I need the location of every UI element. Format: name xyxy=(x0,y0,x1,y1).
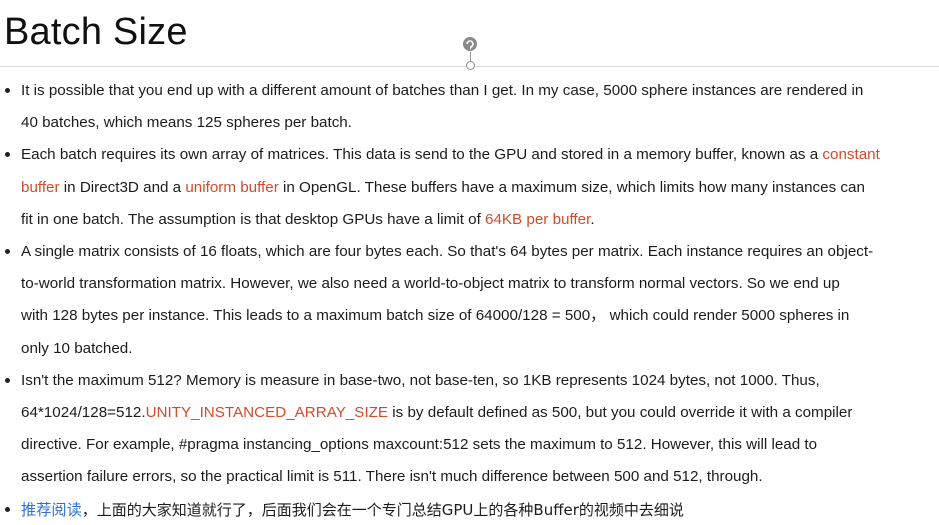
bullet-text: Isn't the maximum 512? Memory is measure… xyxy=(21,371,820,389)
highlighted-term: uniform buffer xyxy=(185,178,279,196)
bullet-line: fit in one batch. The assumption is that… xyxy=(21,204,939,236)
bullet-text: 64*1024/128=512. xyxy=(21,404,146,422)
bullet-item[interactable]: A single matrix consists of 16 floats, w… xyxy=(0,236,939,365)
bullet-line: 40 batches, which means 125 spheres per … xyxy=(21,107,939,139)
bullet-line: It is possible that you end up with a di… xyxy=(21,75,939,107)
bullet-line: Isn't the maximum 512? Memory is measure… xyxy=(21,365,939,397)
chinese-note-text: ，上面的大家知道就行了，后面我们会在一个专门总结GPU上的各种Buffer的视频… xyxy=(81,500,684,519)
bullet-text: fit in one batch. The assumption is that… xyxy=(21,210,486,228)
bullet-text: directive. For example, #pragma instanci… xyxy=(21,436,818,454)
bullet-item[interactable]: Each batch requires its own array of mat… xyxy=(0,139,939,236)
bullet-text: in OpenGL. These buffers have a maximum … xyxy=(278,178,865,196)
bullet-dot-icon xyxy=(5,88,10,93)
bullet-dot-icon xyxy=(5,377,10,383)
bullet-text: It is possible that you end up with a di… xyxy=(21,82,864,99)
bullet-line: with 128 bytes per instance. This leads … xyxy=(21,300,939,332)
bullet-text: assertion failure errors, so the practic… xyxy=(21,468,763,486)
bullet-text: to-world transformation matrix. However,… xyxy=(21,275,840,293)
bullet-text: is by default defined as 500, but you co… xyxy=(388,404,853,422)
highlighted-term: buffer xyxy=(21,178,60,196)
highlighted-term: 64KB per buffer xyxy=(485,210,591,228)
bullet-line: 推荐阅读，上面的大家知道就行了，后面我们会在一个专门总结GPU上的各种Buffe… xyxy=(21,494,939,525)
slide-title[interactable]: Batch Size xyxy=(4,10,188,54)
bullet-line: Each batch requires its own array of mat… xyxy=(21,139,939,171)
bullet-text: A single matrix consists of 16 floats, w… xyxy=(21,243,874,261)
bullet-text: Each batch requires its own array of mat… xyxy=(21,146,823,164)
highlighted-term: constant xyxy=(822,146,880,164)
bullet-line: directive. For example, #pragma instanci… xyxy=(21,429,939,461)
highlighted-term: UNITY_INSTANCED_ARRAY_SIZE xyxy=(145,404,389,422)
bullet-item[interactable]: 推荐阅读，上面的大家知道就行了，后面我们会在一个专门总结GPU上的各种Buffe… xyxy=(0,494,939,525)
bullet-line: buffer in Direct3D and a uniform buffer … xyxy=(21,172,939,204)
bullet-text: 40 batches, which means 125 spheres per … xyxy=(21,114,352,132)
bullet-dot-icon xyxy=(5,152,10,158)
bullet-line: 64*1024/128=512.UNITY_INSTANCED_ARRAY_SI… xyxy=(21,397,939,429)
rotate-arrow-icon[interactable] xyxy=(462,36,478,52)
bullet-text: in Direct3D and a xyxy=(59,178,186,196)
recommended-reading-link[interactable]: 推荐阅读 xyxy=(21,502,82,519)
bullet-list[interactable]: It is possible that you end up with a di… xyxy=(0,75,939,525)
bullet-text: with 128 bytes per instance. This leads … xyxy=(21,307,850,325)
bullet-line: A single matrix consists of 16 floats, w… xyxy=(21,236,939,268)
bullet-text: only 10 batched. xyxy=(21,339,133,357)
selection-anchor[interactable] xyxy=(465,61,475,70)
bullet-text: . xyxy=(590,210,595,228)
bullet-item[interactable]: It is possible that you end up with a di… xyxy=(0,75,939,139)
bullet-line: assertion failure errors, so the practic… xyxy=(21,461,939,493)
bullet-item[interactable]: Isn't the maximum 512? Memory is measure… xyxy=(0,365,939,494)
bullet-line: to-world transformation matrix. However,… xyxy=(21,268,939,300)
bullet-dot-icon xyxy=(5,249,10,255)
bullet-line: only 10 batched. xyxy=(21,333,939,365)
slide-canvas: Batch Size It is possible that you end u… xyxy=(0,0,939,525)
rotate-handle-icon[interactable] xyxy=(462,36,478,70)
bullet-dot-icon xyxy=(5,506,10,512)
